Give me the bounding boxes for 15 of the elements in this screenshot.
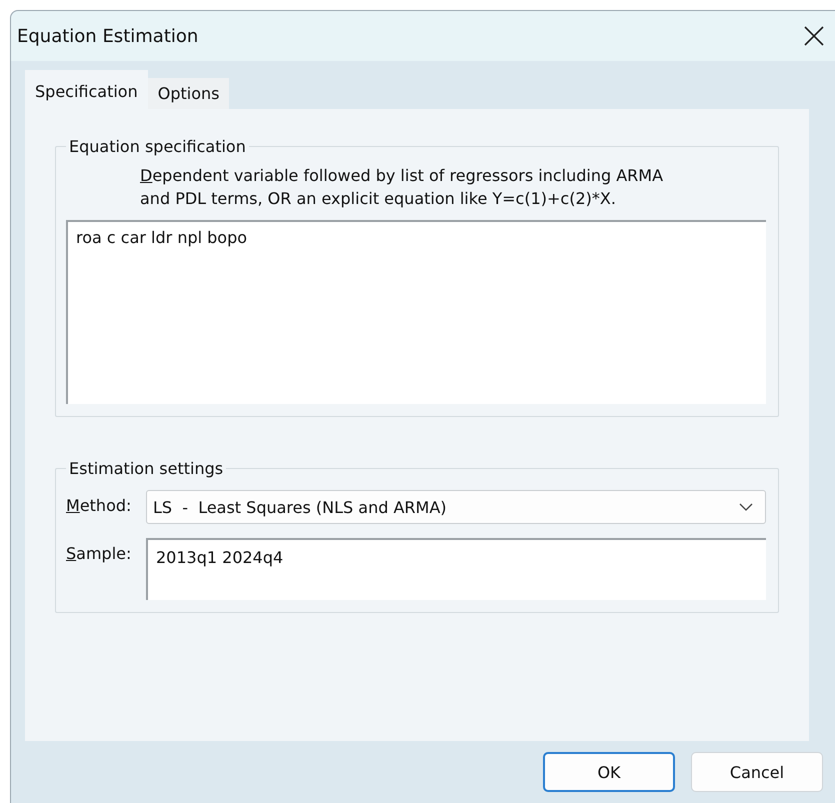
- field-label: Sample:: [66, 543, 132, 563]
- group-title: Equation specification: [68, 137, 247, 156]
- group-title: Estimation settings: [68, 459, 224, 478]
- chevron-down-icon: [739, 503, 753, 511]
- tab[interactable]: Options: [148, 78, 230, 109]
- sample-field[interactable]: 2013q1 2024q4: [146, 538, 766, 600]
- equation-field[interactable]: roa c car ldr npl bopo: [66, 220, 766, 404]
- close-icon[interactable]: [803, 25, 825, 47]
- cancel-button[interactable]: Cancel: [691, 752, 823, 792]
- ok-button[interactable]: OK: [543, 752, 675, 792]
- tab[interactable]: Specification: [25, 70, 148, 109]
- method-dropdown[interactable]: LS - Least Squares (NLS and ARMA): [146, 490, 766, 524]
- field-label: Method:: [66, 495, 132, 515]
- window-title: Equation Estimation: [17, 26, 198, 46]
- instruction-text: Dependent variable followed by list of regressors including ARMA and PDL terms, OR an explicit equation like Y=c(1)+c(2)*X.: [140, 165, 664, 210]
